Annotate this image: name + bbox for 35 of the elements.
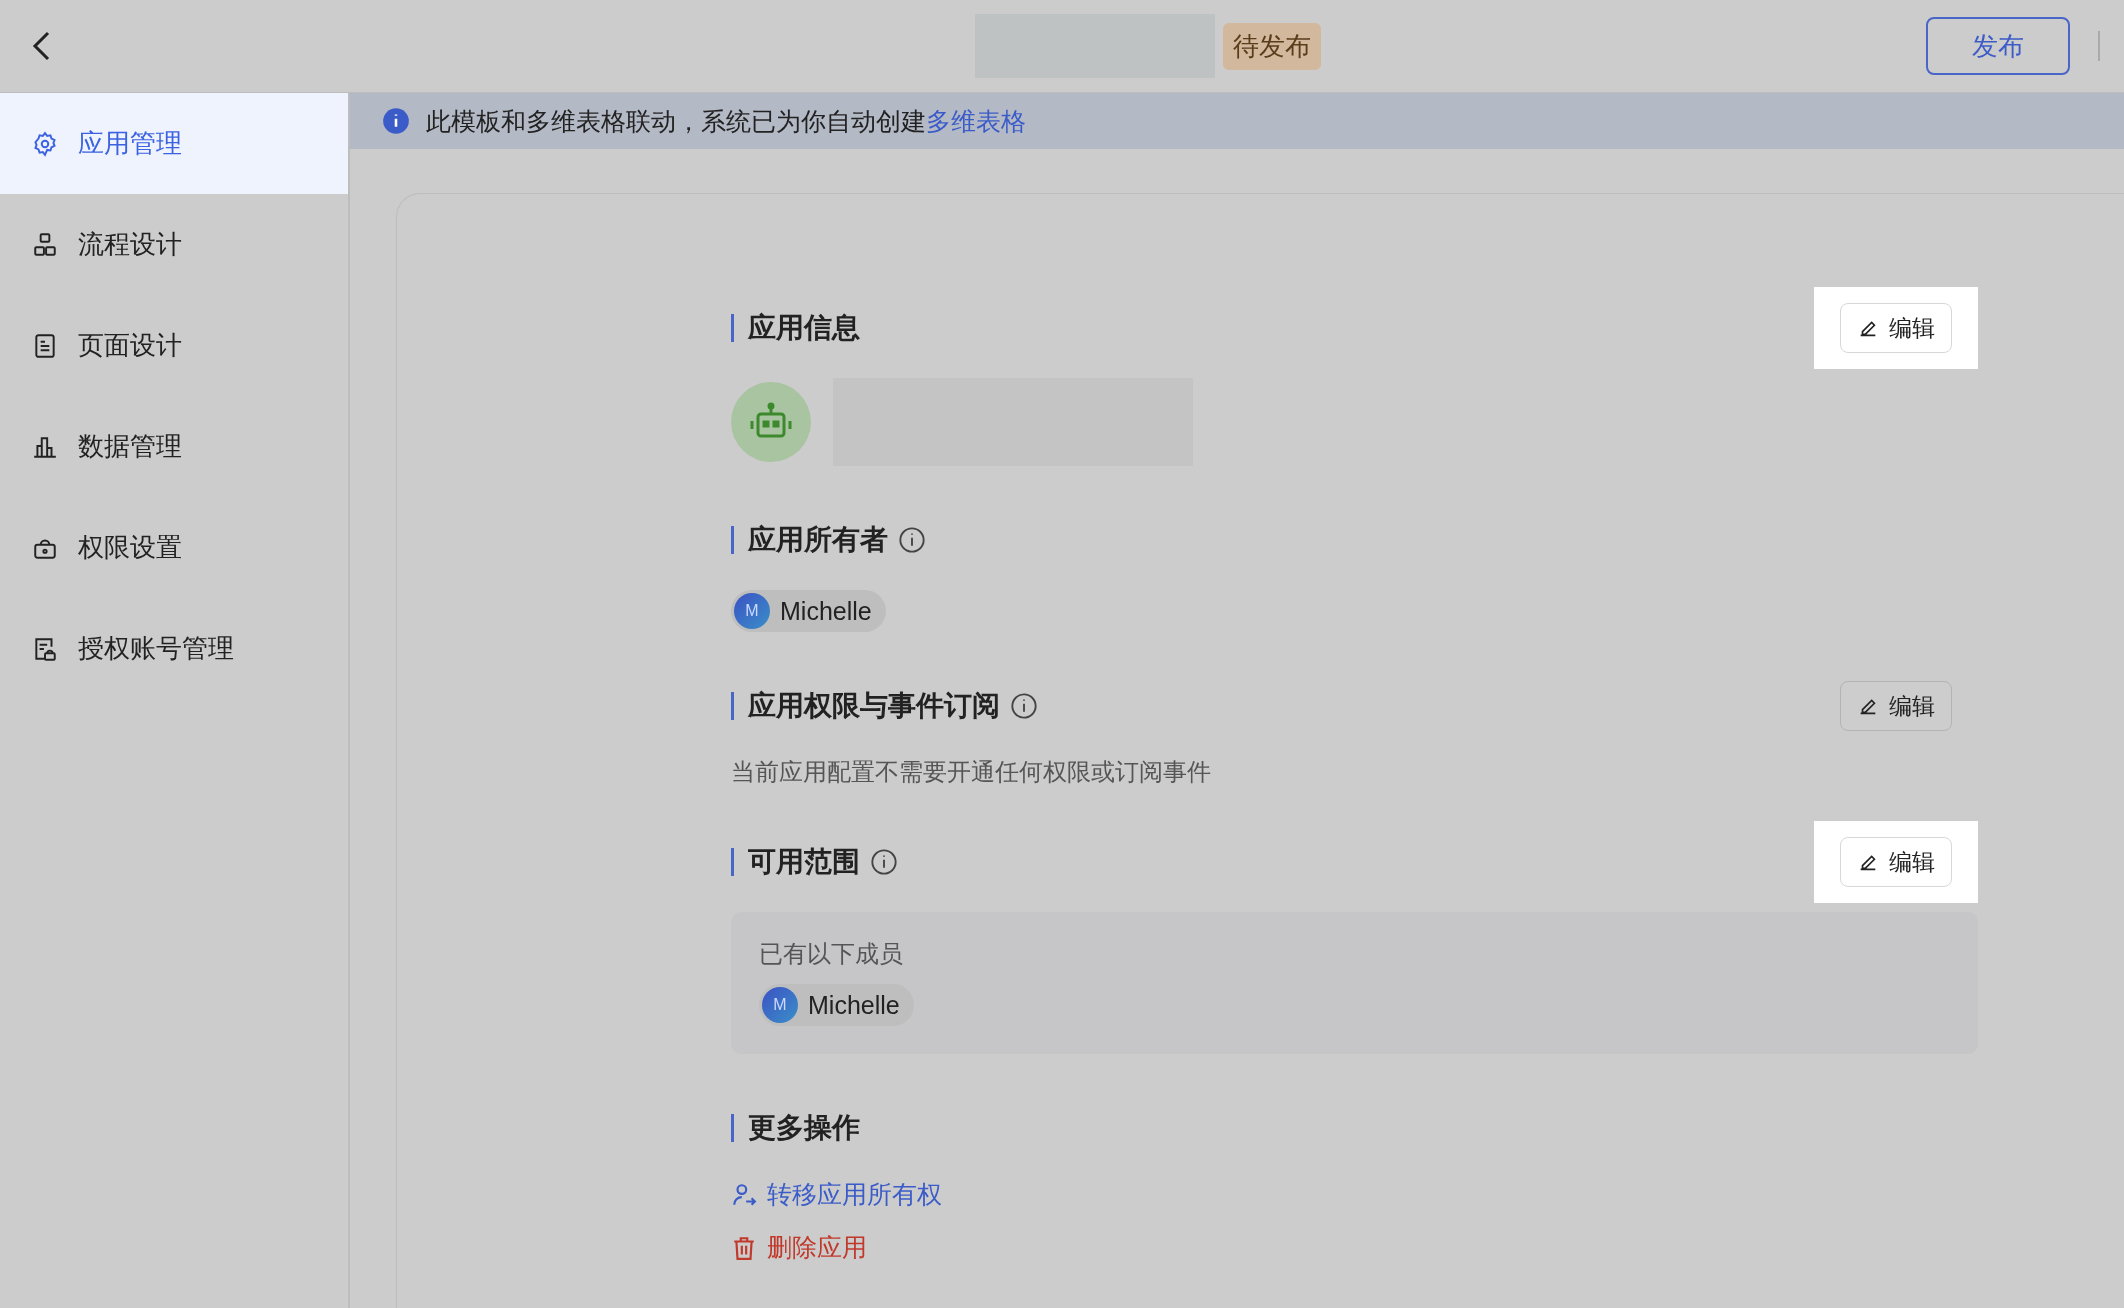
- document-icon: [32, 332, 58, 359]
- settings-icon: [32, 130, 58, 157]
- member-name: Michelle: [808, 990, 900, 1020]
- trash-icon: [731, 1234, 757, 1261]
- document-lock-icon: [32, 635, 58, 662]
- edit-button[interactable]: 编辑: [1840, 837, 1952, 887]
- edit-button[interactable]: 编辑: [1840, 303, 1952, 353]
- sidebar-item[interactable]: 授权账号管理: [0, 598, 348, 699]
- description-text: 当前应用配置不需要开通任何权限或订阅事件: [731, 757, 1212, 787]
- sidebar-item[interactable]: 权限设置: [0, 497, 348, 598]
- edit-button[interactable]: 编辑: [1840, 681, 1952, 731]
- info-icon: [1010, 692, 1038, 720]
- user-transfer-icon: [731, 1181, 757, 1208]
- section-title: 应用权限与事件订阅: [731, 692, 1000, 720]
- sidebar-item[interactable]: 页面设计: [0, 295, 348, 396]
- sidebar-item[interactable]: 应用管理: [0, 93, 348, 194]
- section-title: 可用范围: [731, 848, 860, 876]
- info-icon: [898, 526, 926, 554]
- banner-text: 此模板和多维表格联动，系统已为你自动创建多维表格: [426, 105, 1026, 137]
- transfer-link[interactable]: 转移应用所有权: [731, 1178, 942, 1211]
- avatar: M: [762, 987, 798, 1023]
- section-title: 应用所有者: [731, 526, 888, 554]
- publish-button[interactable]: 发布: [1926, 17, 2070, 75]
- section-title: 更多操作: [731, 1114, 860, 1142]
- avatar: M: [734, 593, 770, 629]
- section-title: 应用信息: [731, 314, 860, 342]
- info-icon: [870, 848, 898, 876]
- info-icon: [382, 107, 410, 135]
- sidebar-item[interactable]: 数据管理: [0, 396, 348, 497]
- back-icon[interactable]: [30, 30, 52, 62]
- sidebar-item[interactable]: 流程设计: [0, 194, 348, 295]
- member-name: Michelle: [780, 596, 872, 626]
- status-tag: 待发布: [1223, 22, 1321, 70]
- hierarchy-icon: [32, 231, 58, 258]
- members-label: 已有以下成员: [759, 939, 904, 969]
